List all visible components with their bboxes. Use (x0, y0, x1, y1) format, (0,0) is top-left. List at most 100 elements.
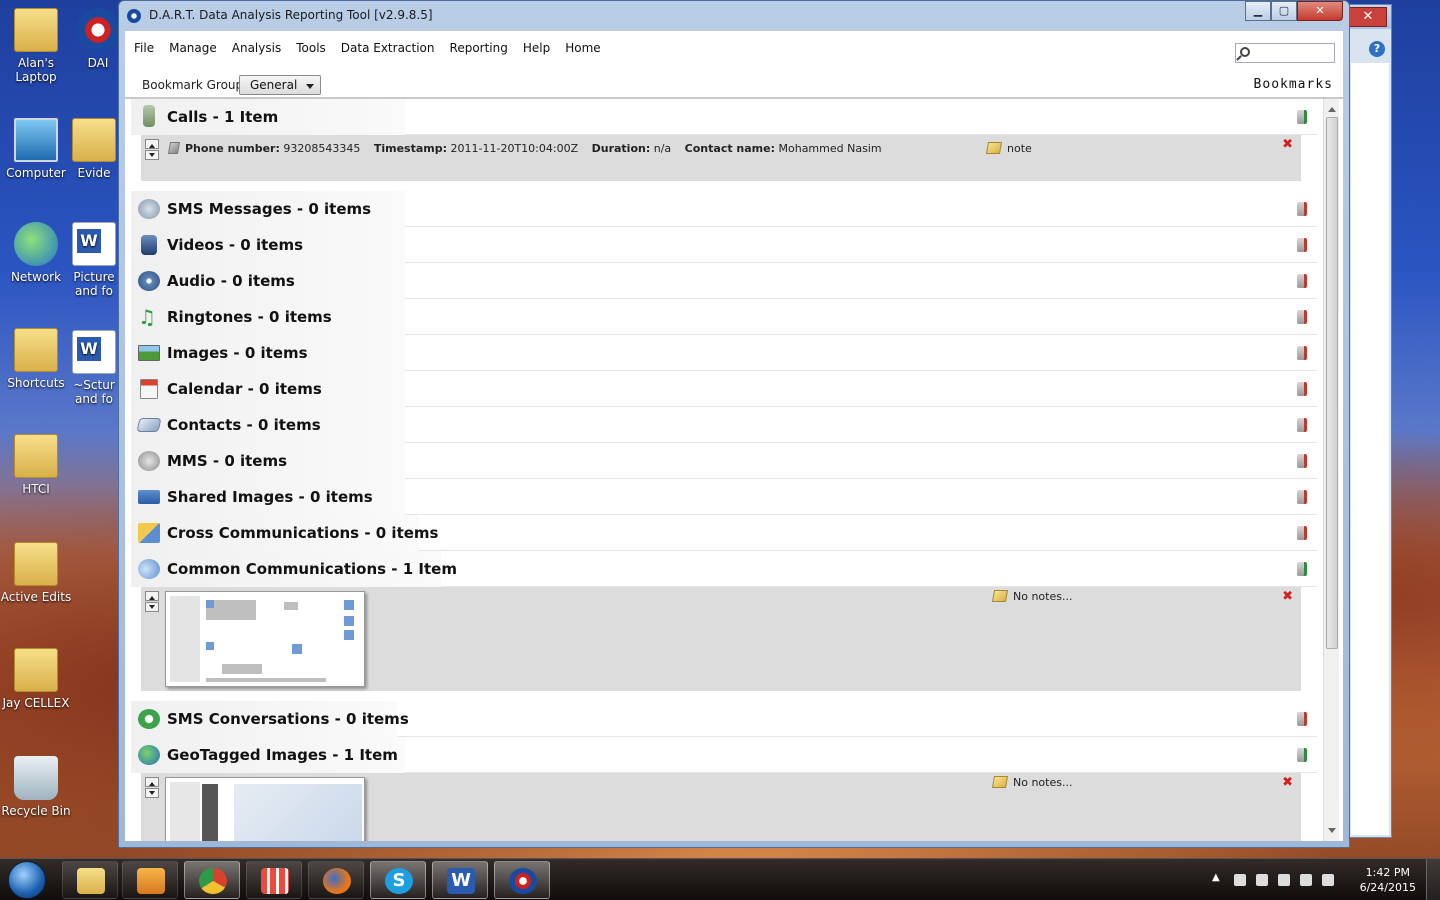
volume-icon[interactable] (1322, 874, 1334, 886)
item-note[interactable]: No notes... (991, 590, 1072, 603)
taskbar-word[interactable]: W (432, 861, 488, 899)
bookmark-flag-icon[interactable] (1297, 202, 1307, 216)
item-thumbnail[interactable] (165, 591, 365, 687)
move-up-button[interactable] (145, 777, 159, 787)
desktop-icon-jay-cellex[interactable]: Jay CELLEX (0, 648, 72, 710)
item-order-stepper[interactable] (145, 591, 159, 613)
show-hidden-icons[interactable]: ▲ (1212, 872, 1224, 884)
bookmark-flag-icon[interactable] (1297, 490, 1307, 504)
clock[interactable]: 1:42 PM 6/24/2015 (1360, 865, 1416, 895)
maximize-button[interactable]: ▢ (1271, 1, 1297, 21)
bookmark-flag-icon[interactable] (1297, 274, 1307, 288)
flag-icon[interactable] (1256, 874, 1268, 886)
background-window-close-button[interactable]: ✕ (1349, 7, 1387, 27)
item-order-stepper[interactable] (145, 139, 159, 161)
bookmark-flag-icon[interactable] (1297, 382, 1307, 396)
bookmark-flag-icon[interactable] (1297, 712, 1307, 726)
move-up-button[interactable] (145, 139, 159, 149)
bookmark-flag-icon[interactable] (1297, 454, 1307, 468)
remove-item-icon[interactable]: ✖ (1282, 137, 1293, 152)
category-ringtones[interactable]: ♫ Ringtones - 0 items (131, 299, 1317, 335)
desktop-icon-pictures-doc[interactable]: Picture and fo (70, 222, 118, 298)
desktop-icon-computer[interactable]: Computer (0, 118, 72, 180)
menu-file[interactable]: File (134, 41, 154, 55)
scroll-up-icon[interactable] (1328, 103, 1336, 112)
move-down-button[interactable] (145, 150, 159, 160)
bookmark-flag-icon[interactable] (1297, 748, 1307, 762)
category-calls[interactable]: Calls - 1 Item (131, 99, 1317, 135)
help-icon[interactable]: ? (1369, 41, 1385, 57)
menu-reporting[interactable]: Reporting (450, 41, 508, 55)
menu-help[interactable]: Help (523, 41, 550, 55)
desktop-icon-htci[interactable]: HTCI (0, 434, 72, 496)
taskbar-chrome[interactable] (184, 861, 240, 899)
desktop-icon-evidence[interactable]: Evide (70, 118, 118, 180)
note-icon (985, 142, 1003, 154)
common-communications-item[interactable]: No notes... ✖ (141, 587, 1301, 691)
menu-home[interactable]: Home (565, 41, 600, 55)
desktop-icon-active-edits[interactable]: Active Edits (0, 542, 72, 604)
scroll-thumb[interactable] (1326, 117, 1338, 649)
category-shared-images[interactable]: Shared Images - 0 items (131, 479, 1317, 515)
action-center-icon[interactable] (1234, 874, 1246, 886)
background-window[interactable]: ✕ ? (1348, 4, 1392, 838)
scroll-down-icon[interactable] (1328, 828, 1336, 837)
menu-manage[interactable]: Manage (169, 41, 217, 55)
call-item[interactable]: Phone number: 93208543345 Timestamp: 201… (141, 135, 1301, 181)
bookmark-flag-icon[interactable] (1297, 110, 1307, 124)
bookmark-flag-icon[interactable] (1297, 346, 1307, 360)
item-note[interactable]: note (985, 142, 1032, 155)
taskbar-windows-explorer[interactable] (62, 861, 118, 899)
desktop-icon-network[interactable]: Network (0, 222, 72, 284)
category-title: Audio - 0 items (167, 272, 295, 290)
category-audio[interactable]: Audio - 0 items (131, 263, 1317, 299)
category-cross-communications[interactable]: Cross Communications - 0 items (131, 515, 1317, 551)
taskbar-dart[interactable] (494, 861, 550, 899)
bookmark-flag-icon[interactable] (1297, 310, 1307, 324)
item-order-stepper[interactable] (145, 777, 159, 799)
skype-icon: S (385, 868, 413, 894)
remove-item-icon[interactable]: ✖ (1282, 589, 1293, 604)
category-geotagged-images[interactable]: GeoTagged Images - 1 Item (131, 737, 1317, 773)
move-down-button[interactable] (145, 602, 159, 612)
category-mms[interactable]: MMS - 0 items (131, 443, 1317, 479)
close-button[interactable]: ✕ (1297, 1, 1343, 21)
geotagged-image-item[interactable]: No notes... ✖ (141, 773, 1301, 841)
category-contacts[interactable]: Contacts - 0 items (131, 407, 1317, 443)
minimize-button[interactable]: ▁ (1245, 1, 1271, 21)
item-thumbnail[interactable] (165, 777, 365, 841)
category-common-communications[interactable]: Common Communications - 1 Item (131, 551, 1317, 587)
usb-icon[interactable] (1278, 874, 1290, 886)
start-button[interactable] (2, 859, 54, 900)
menu-tools[interactable]: Tools (296, 41, 326, 55)
taskbar-app-grid[interactable] (246, 861, 302, 899)
category-sms-conversations[interactable]: SMS Conversations - 0 items (131, 701, 1317, 737)
item-note[interactable]: No notes... (991, 776, 1072, 789)
bookmark-group-select[interactable]: General (239, 75, 321, 95)
desktop-icon-recycle-bin[interactable]: Recycle Bin (0, 756, 72, 818)
bookmark-flag-icon[interactable] (1297, 418, 1307, 432)
move-up-button[interactable] (145, 591, 159, 601)
desktop-icon-shortcuts[interactable]: Shortcuts (0, 328, 72, 390)
desktop-icon-scturn-doc[interactable]: ~Sctur and fo (70, 330, 118, 406)
film-icon (141, 235, 157, 255)
network-status-icon[interactable] (1300, 874, 1312, 886)
remove-item-icon[interactable]: ✖ (1282, 775, 1293, 790)
category-calendar[interactable]: Calendar - 0 items (131, 371, 1317, 407)
taskbar-skype[interactable]: S (370, 861, 426, 899)
taskbar-firefox[interactable] (308, 861, 364, 899)
search-input[interactable] (1235, 43, 1335, 63)
menu-analysis[interactable]: Analysis (232, 41, 281, 55)
category-videos[interactable]: Videos - 0 items (131, 227, 1317, 263)
move-down-button[interactable] (145, 788, 159, 798)
category-images[interactable]: Images - 0 items (131, 335, 1317, 371)
show-desktop-button[interactable] (1426, 859, 1440, 900)
bookmark-flag-icon[interactable] (1297, 526, 1307, 540)
bookmark-flag-icon[interactable] (1297, 562, 1307, 576)
menu-data-extraction[interactable]: Data Extraction (341, 41, 435, 55)
bookmark-flag-icon[interactable] (1297, 238, 1307, 252)
category-sms-messages[interactable]: SMS Messages - 0 items (131, 191, 1317, 227)
desktop-icon-alans-laptop[interactable]: Alan's Laptop (0, 8, 72, 84)
vertical-scrollbar[interactable] (1323, 99, 1339, 841)
taskbar-media-player[interactable] (122, 861, 178, 899)
